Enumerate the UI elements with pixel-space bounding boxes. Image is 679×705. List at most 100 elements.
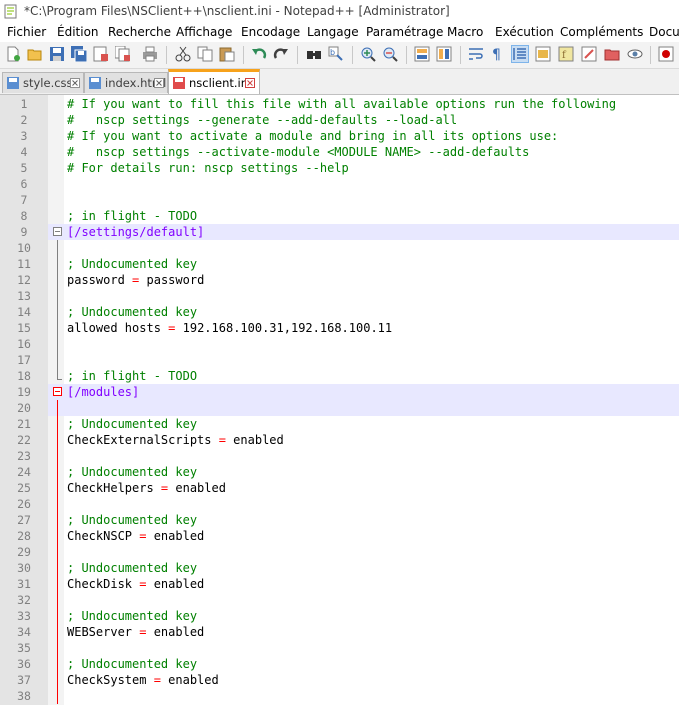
- code-line[interactable]: 6: [0, 176, 679, 192]
- eye-icon[interactable]: [627, 46, 643, 62]
- folder-workspace-icon[interactable]: [581, 46, 597, 62]
- code-line[interactable]: 12 password = password: [0, 272, 679, 288]
- code-line[interactable]: 38: [0, 688, 679, 704]
- menu-encodage[interactable]: Encodage: [241, 25, 300, 39]
- word-wrap-icon[interactable]: [468, 46, 484, 62]
- tab-index-html[interactable]: index.html: [84, 72, 168, 93]
- close-tab-icon[interactable]: [70, 78, 80, 88]
- replace-icon[interactable]: b: [328, 46, 344, 62]
- code-text: ; Undocumented key: [67, 512, 197, 528]
- code-line[interactable]: 33 ; Undocumented key: [0, 608, 679, 624]
- code-line[interactable]: 11 ; Undocumented key: [0, 256, 679, 272]
- find-icon[interactable]: [306, 46, 322, 62]
- code-line[interactable]: 25 CheckHelpers = enabled: [0, 480, 679, 496]
- code-line[interactable]: 7: [0, 192, 679, 208]
- menu-edition[interactable]: Édition: [57, 25, 99, 39]
- token-comment: ; in flight - TODO: [67, 369, 198, 383]
- menu-execution[interactable]: Exécution: [495, 25, 554, 39]
- undo-icon[interactable]: [251, 46, 267, 62]
- code-line[interactable]: 16: [0, 336, 679, 352]
- redo-icon[interactable]: [273, 46, 289, 62]
- code-line[interactable]: 24 ; Undocumented key: [0, 464, 679, 480]
- code-line[interactable]: 13: [0, 288, 679, 304]
- menu-complements[interactable]: Compléments: [560, 25, 643, 39]
- editor[interactable]: 1 # If you want to fill this file with al…: [0, 95, 679, 705]
- save-all-icon[interactable]: [71, 46, 87, 62]
- close-tab-icon[interactable]: [154, 78, 164, 88]
- code-line[interactable]: 26: [0, 496, 679, 512]
- code-line[interactable]: 36 ; Undocumented key: [0, 656, 679, 672]
- code-line[interactable]: 37 CheckSystem = enabled: [0, 672, 679, 688]
- code-line[interactable]: 30 ; Undocumented key: [0, 560, 679, 576]
- code-line[interactable]: 2 # nscp settings --generate --add-defaul…: [0, 112, 679, 128]
- token-text: enabled: [168, 481, 226, 495]
- code-line[interactable]: 23: [0, 448, 679, 464]
- code-line[interactable]: 19 [/modules]: [0, 384, 679, 400]
- new-file-icon[interactable]: [5, 46, 21, 62]
- line-number: 18: [0, 368, 48, 384]
- token-text: CheckDisk: [67, 577, 140, 591]
- monitoring-icon[interactable]: [604, 46, 620, 62]
- line-number: 19: [0, 384, 48, 400]
- menu-macro[interactable]: Macro: [447, 25, 483, 39]
- cut-icon[interactable]: [175, 46, 191, 62]
- code-line[interactable]: 14 ; Undocumented key: [0, 304, 679, 320]
- code-text: CheckSystem = enabled: [67, 672, 219, 688]
- token-operator: =: [218, 433, 226, 447]
- code-line[interactable]: 31 CheckDisk = enabled: [0, 576, 679, 592]
- code-line[interactable]: 1 # If you want to fill this file with al…: [0, 96, 679, 112]
- code-line[interactable]: 27 ; Undocumented key: [0, 512, 679, 528]
- sync-vertical-icon[interactable]: [414, 46, 430, 62]
- title-bar: *C:\Program Files\NSClient++\nsclient.in…: [0, 0, 679, 24]
- open-file-icon[interactable]: [27, 46, 43, 62]
- menu-langage[interactable]: Langage: [307, 25, 359, 39]
- fold-toggle-icon[interactable]: [53, 227, 62, 236]
- sync-horizontal-icon[interactable]: [436, 46, 452, 62]
- code-line[interactable]: 34 WEBServer = enabled: [0, 624, 679, 640]
- paste-icon[interactable]: [219, 46, 235, 62]
- close-all-icon[interactable]: [115, 46, 131, 62]
- close-icon[interactable]: [93, 46, 109, 62]
- tab-nsclient-ini[interactable]: nsclient.ini: [168, 69, 260, 94]
- code-line[interactable]: 10: [0, 240, 679, 256]
- code-text: # nscp settings --generate --add-default…: [67, 112, 457, 128]
- record-macro-icon[interactable]: [658, 46, 674, 62]
- code-line[interactable]: 22 CheckExternalScripts = enabled: [0, 432, 679, 448]
- code-line[interactable]: 28 CheckNSCP = enabled: [0, 528, 679, 544]
- code-line[interactable]: 29: [0, 544, 679, 560]
- menu-documents[interactable]: Docu: [649, 25, 679, 39]
- code-line[interactable]: 5 # For details run: nscp settings --help: [0, 160, 679, 176]
- line-number: 35: [0, 640, 48, 656]
- print-icon[interactable]: [142, 46, 158, 62]
- code-line[interactable]: 32: [0, 592, 679, 608]
- copy-icon[interactable]: [197, 46, 213, 62]
- close-tab-icon[interactable]: [245, 78, 255, 88]
- code-line[interactable]: 20: [0, 400, 679, 416]
- tab-style-css[interactable]: style.css: [2, 72, 84, 93]
- menu-affichage[interactable]: Affichage: [176, 25, 232, 39]
- doc-map-icon[interactable]: [535, 46, 551, 62]
- indent-guide-icon[interactable]: [511, 45, 529, 63]
- menu-recherche[interactable]: Recherche: [108, 25, 171, 39]
- function-list-icon[interactable]: f: [558, 46, 574, 62]
- code-line[interactable]: 3 # If you want to activate a module and …: [0, 128, 679, 144]
- code-line[interactable]: 8 ; in flight - TODO: [0, 208, 679, 224]
- show-all-chars-icon[interactable]: ¶: [489, 46, 505, 62]
- save-icon[interactable]: [49, 46, 65, 62]
- token-text: enabled: [225, 433, 284, 447]
- code-line[interactable]: 35: [0, 640, 679, 656]
- code-line[interactable]: 18 ; in flight - TODO: [0, 368, 679, 384]
- code-line[interactable]: 9 [/settings/default]: [0, 224, 679, 240]
- zoom-out-icon[interactable]: [382, 46, 398, 62]
- line-number: 25: [0, 480, 48, 496]
- code-line[interactable]: 15 allowed hosts = 192.168.100.31,192.168…: [0, 320, 679, 336]
- menu-parametrage[interactable]: Paramétrage: [366, 25, 443, 39]
- fold-toggle-icon[interactable]: [53, 387, 62, 396]
- menu-fichier[interactable]: Fichier: [7, 25, 46, 39]
- zoom-in-icon[interactable]: [360, 46, 376, 62]
- line-number: 5: [0, 160, 48, 176]
- fold-guide: [57, 240, 58, 380]
- code-line[interactable]: 21 ; Undocumented key: [0, 416, 679, 432]
- code-line[interactable]: 4 # nscp settings --activate-module <MODU…: [0, 144, 679, 160]
- code-line[interactable]: 17: [0, 352, 679, 368]
